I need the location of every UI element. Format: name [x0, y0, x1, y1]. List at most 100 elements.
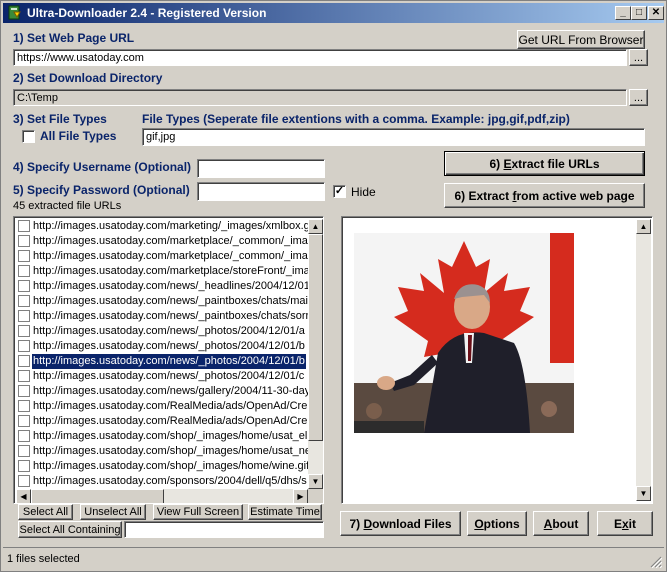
- exit-button[interactable]: Exit: [597, 511, 653, 536]
- list-item[interactable]: http://images.usatoday.com/marketing/_im…: [16, 219, 309, 234]
- vscroll-thumb[interactable]: [308, 234, 323, 441]
- hide-password-checkbox[interactable]: ✓: [333, 185, 346, 198]
- status-bar: 1 files selected: [3, 547, 664, 570]
- password-input[interactable]: [197, 182, 325, 201]
- resize-grip-icon[interactable]: [650, 556, 662, 568]
- select-all-containing-button[interactable]: Select All Containing: [18, 521, 122, 538]
- hide-password-label: Hide: [351, 185, 376, 199]
- list-item-url: http://images.usatoday.com/news/_paintbo…: [33, 295, 309, 307]
- list-item[interactable]: http://images.usatoday.com/news/_paintbo…: [16, 294, 309, 309]
- list-item[interactable]: http://images.usatoday.com/RealMedia/ads…: [16, 414, 309, 429]
- exit-label: Exit: [613, 516, 637, 531]
- list-item-checkbox[interactable]: [18, 475, 30, 487]
- list-item-url: http://images.usatoday.com/shop/_images/…: [33, 445, 309, 457]
- list-item-checkbox[interactable]: [18, 445, 30, 457]
- list-item-url: http://images.usatoday.com/news/gallery/…: [33, 385, 309, 397]
- list-item-checkbox[interactable]: [18, 370, 30, 382]
- list-item[interactable]: http://images.usatoday.com/RealMedia/ads…: [16, 399, 309, 414]
- options-button[interactable]: Options: [467, 511, 527, 536]
- about-button[interactable]: About: [533, 511, 589, 536]
- options-label: Options: [474, 516, 520, 531]
- list-item-checkbox[interactable]: [18, 400, 30, 412]
- extract-active-page-button[interactable]: 6) Extract from active web page: [444, 183, 645, 208]
- list-item[interactable]: http://images.usatoday.com/news/_photos/…: [16, 324, 309, 339]
- list-item[interactable]: http://images.usatoday.com/marketplace/_…: [16, 234, 309, 249]
- list-item[interactable]: http://images.usatoday.com/news/_photos/…: [16, 369, 309, 384]
- list-item-url: http://images.usatoday.com/news/_paintbo…: [33, 310, 309, 322]
- url-browse-button[interactable]: ...: [629, 49, 648, 66]
- list-item-checkbox[interactable]: [18, 430, 30, 442]
- list-item-url: http://images.usatoday.com/news/_photos/…: [33, 340, 305, 352]
- list-item[interactable]: http://images.usatoday.com/shop/_images/…: [16, 429, 309, 444]
- estimate-time-button[interactable]: Estimate Time: [248, 504, 322, 520]
- list-item-url: http://images.usatoday.com/news/_photos/…: [31, 353, 307, 370]
- preview-vscroll[interactable]: ▲ ▼: [636, 219, 651, 501]
- maximize-button[interactable]: □: [631, 6, 647, 20]
- url-list-hscroll[interactable]: ◀ ▶: [16, 489, 308, 503]
- list-item-checkbox[interactable]: [18, 250, 30, 262]
- select-all-button[interactable]: Select All: [18, 504, 73, 520]
- url-list[interactable]: http://images.usatoday.com/marketing/_im…: [13, 216, 324, 504]
- list-item-checkbox[interactable]: [18, 355, 30, 367]
- close-icon: ✕: [651, 7, 661, 18]
- hscroll-thumb[interactable]: [31, 489, 164, 503]
- file-types-input[interactable]: gif,jpg: [142, 128, 645, 146]
- list-item-checkbox[interactable]: [18, 385, 30, 397]
- list-item[interactable]: http://images.usatoday.com/news/_photos/…: [16, 353, 309, 370]
- scroll-right-arrow-icon[interactable]: ▶: [293, 489, 308, 503]
- list-item[interactable]: http://images.usatoday.com/news/_photos/…: [16, 339, 309, 354]
- list-item-checkbox[interactable]: [18, 280, 30, 292]
- list-item-checkbox[interactable]: [18, 235, 30, 247]
- get-url-from-browser-button[interactable]: Get URL From Browser: [517, 30, 645, 49]
- list-item[interactable]: http://images.usatoday.com/news/gallery/…: [16, 384, 309, 399]
- app-icon: [8, 5, 21, 20]
- list-item-url: http://images.usatoday.com/RealMedia/ads…: [33, 400, 308, 412]
- canada-flag-speaker-photo: [354, 233, 574, 433]
- list-item-url: http://images.usatoday.com/marketplace/_…: [33, 250, 309, 262]
- list-item[interactable]: http://images.usatoday.com/sponsors/2004…: [16, 474, 309, 489]
- url-list-vscroll[interactable]: ▲ ▼: [308, 219, 323, 489]
- list-item-checkbox[interactable]: [18, 295, 30, 307]
- view-full-screen-button[interactable]: View Full Screen: [153, 504, 243, 520]
- preview-scroll-up-icon[interactable]: ▲: [636, 219, 651, 234]
- download-directory-input[interactable]: C:\Temp: [13, 89, 627, 106]
- directory-browse-button[interactable]: ...: [629, 89, 648, 106]
- scroll-down-arrow-icon[interactable]: ▼: [308, 474, 323, 489]
- list-item[interactable]: http://images.usatoday.com/marketplace/_…: [16, 249, 309, 264]
- all-file-types-checkbox[interactable]: [22, 130, 35, 143]
- minimize-button[interactable]: _: [615, 6, 631, 20]
- unselect-all-button[interactable]: Unselect All: [80, 504, 146, 520]
- list-item-checkbox[interactable]: [18, 325, 30, 337]
- list-item-checkbox[interactable]: [18, 310, 30, 322]
- list-item-url: http://images.usatoday.com/sponsors/2004…: [33, 475, 307, 487]
- scroll-left-arrow-icon[interactable]: ◀: [16, 489, 31, 503]
- close-button[interactable]: ✕: [648, 6, 664, 20]
- list-item-checkbox[interactable]: [18, 220, 30, 232]
- maximize-icon: □: [635, 7, 643, 18]
- list-item-url: http://images.usatoday.com/shop/_images/…: [33, 430, 308, 442]
- title-bar[interactable]: Ultra-Downloader 2.4 - Registered Versio…: [3, 3, 664, 23]
- extract-file-urls-button[interactable]: 6) Extract file URLs: [444, 151, 645, 176]
- image-preview-pane: ▲ ▼: [341, 216, 653, 504]
- url-list-rows: http://images.usatoday.com/marketing/_im…: [16, 219, 309, 489]
- list-item-checkbox[interactable]: [18, 340, 30, 352]
- list-item[interactable]: http://images.usatoday.com/news/_paintbo…: [16, 309, 309, 324]
- scroll-up-arrow-icon[interactable]: ▲: [308, 219, 323, 234]
- list-item[interactable]: http://images.usatoday.com/shop/_images/…: [16, 459, 309, 474]
- list-item[interactable]: http://images.usatoday.com/shop/_images/…: [16, 444, 309, 459]
- list-item[interactable]: http://images.usatoday.com/news/_headlin…: [16, 279, 309, 294]
- select-containing-input[interactable]: [124, 521, 324, 538]
- minimize-icon: _: [620, 7, 626, 18]
- preview-scroll-down-icon[interactable]: ▼: [636, 486, 651, 501]
- list-item-checkbox[interactable]: [18, 415, 30, 427]
- step3-label: 3) Set File Types: [13, 112, 107, 126]
- download-files-button[interactable]: 7) Download Files: [340, 511, 461, 536]
- list-item[interactable]: http://images.usatoday.com/marketplace/s…: [16, 264, 309, 279]
- list-item-checkbox[interactable]: [18, 460, 30, 472]
- username-input[interactable]: [197, 159, 325, 178]
- list-item-url: http://images.usatoday.com/news/_headlin…: [33, 280, 309, 292]
- list-item-checkbox[interactable]: [18, 265, 30, 277]
- preview-photo: [354, 233, 574, 433]
- app-window: Ultra-Downloader 2.4 - Registered Versio…: [0, 0, 667, 572]
- url-input[interactable]: https://www.usatoday.com: [13, 49, 627, 66]
